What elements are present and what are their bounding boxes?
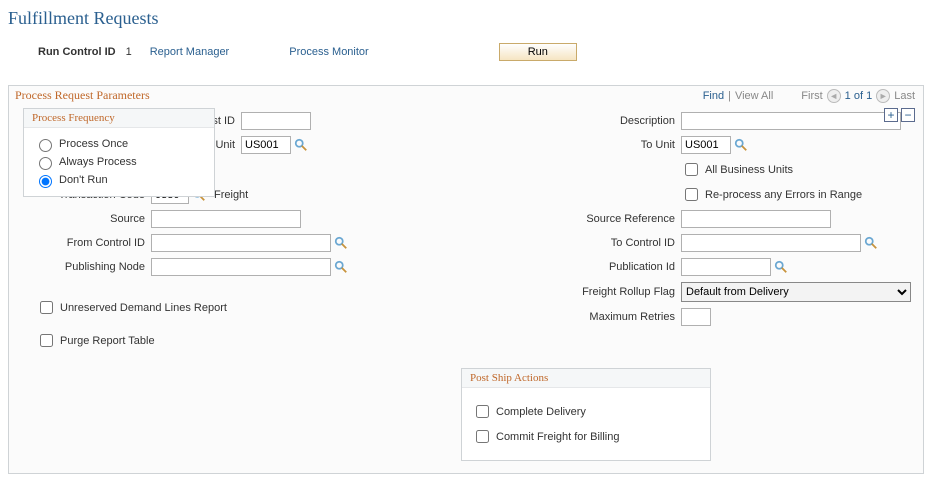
unit-input[interactable] (241, 136, 291, 154)
from-control-id-label: From Control ID (21, 237, 151, 249)
to-unit-label: To Unit (461, 139, 681, 151)
publishing-node-label: Publishing Node (21, 261, 151, 273)
request-id-input[interactable] (241, 112, 311, 130)
from-control-id-lookup-icon[interactable] (334, 236, 348, 250)
process-frequency-group: Process Frequency Process Once Always Pr… (23, 108, 215, 197)
purge-report-checkbox[interactable] (40, 334, 53, 347)
unit-lookup-icon[interactable] (294, 138, 308, 152)
last-text: Last (894, 90, 915, 102)
publication-id-input[interactable] (681, 258, 771, 276)
all-business-units-checkbox[interactable] (685, 163, 698, 176)
remove-row-button[interactable]: − (901, 108, 915, 122)
description-label: Description (461, 115, 681, 127)
source-input[interactable] (151, 210, 301, 228)
to-control-id-lookup-icon[interactable] (864, 236, 878, 250)
unreserved-demand-label: Unreserved Demand Lines Report (60, 302, 227, 314)
source-reference-input[interactable] (681, 210, 831, 228)
next-arrow-icon[interactable]: ► (876, 89, 890, 103)
all-business-units-label: All Business Units (705, 164, 793, 176)
maximum-retries-label: Maximum Retries (461, 311, 681, 323)
freight-rollup-label: Freight Rollup Flag (461, 286, 681, 298)
grid-navigation: Find | View All First ◄ 1 of 1 ► Last (703, 89, 915, 103)
add-remove-row-controls: + − (884, 108, 915, 122)
unreserved-demand-checkbox[interactable] (40, 301, 53, 314)
page-title: Fulfillment Requests (8, 8, 924, 29)
purge-report-label: Purge Report Table (60, 335, 155, 347)
reprocess-errors-checkbox[interactable] (685, 188, 698, 201)
maximum-retries-input[interactable] (681, 308, 711, 326)
section-title: Process Request Parameters (15, 88, 150, 103)
process-once-radio[interactable]: Process Once (34, 136, 204, 152)
complete-delivery-checkbox[interactable] (476, 405, 489, 418)
publication-id-label: Publication Id (461, 261, 681, 273)
description-input[interactable] (681, 112, 901, 130)
run-control-id: 1 (126, 46, 132, 58)
publication-id-lookup-icon[interactable] (774, 260, 788, 274)
commit-freight-checkbox[interactable] (476, 430, 489, 443)
source-reference-label: Source Reference (461, 213, 681, 225)
source-label: Source (21, 213, 151, 225)
complete-delivery-label: Complete Delivery (496, 406, 586, 418)
from-control-id-input[interactable] (151, 234, 331, 252)
to-unit-input[interactable] (681, 136, 731, 154)
view-all-link[interactable]: View All (735, 90, 773, 102)
publishing-node-input[interactable] (151, 258, 331, 276)
commit-freight-label: Commit Freight for Billing (496, 431, 619, 443)
process-frequency-title: Process Frequency (24, 109, 214, 128)
post-ship-actions-group: Post Ship Actions Complete Delivery Comm… (461, 368, 711, 461)
publishing-node-lookup-icon[interactable] (334, 260, 348, 274)
record-range: 1 of 1 (845, 90, 873, 102)
run-control-row: Run Control ID 1 Report Manager Process … (8, 43, 924, 61)
transaction-code-desc: Freight (214, 189, 248, 201)
process-request-parameters-section: Process Request Parameters Find | View A… (8, 85, 924, 474)
to-control-id-label: To Control ID (461, 237, 681, 249)
prev-arrow-icon[interactable]: ◄ (827, 89, 841, 103)
post-ship-title: Post Ship Actions (462, 369, 710, 388)
to-control-id-input[interactable] (681, 234, 861, 252)
first-text: First (801, 90, 822, 102)
add-row-button[interactable]: + (884, 108, 898, 122)
reprocess-errors-label: Re-process any Errors in Range (705, 189, 862, 201)
freight-rollup-select[interactable]: Default from Delivery (681, 282, 911, 302)
run-button[interactable]: Run (499, 43, 577, 61)
find-link[interactable]: Find (703, 90, 724, 102)
dont-run-radio[interactable]: Don't Run (34, 172, 204, 188)
to-unit-lookup-icon[interactable] (734, 138, 748, 152)
run-control-label: Run Control ID (38, 46, 116, 58)
process-monitor-link[interactable]: Process Monitor (289, 46, 368, 58)
report-manager-link[interactable]: Report Manager (150, 46, 230, 58)
always-process-radio[interactable]: Always Process (34, 154, 204, 170)
